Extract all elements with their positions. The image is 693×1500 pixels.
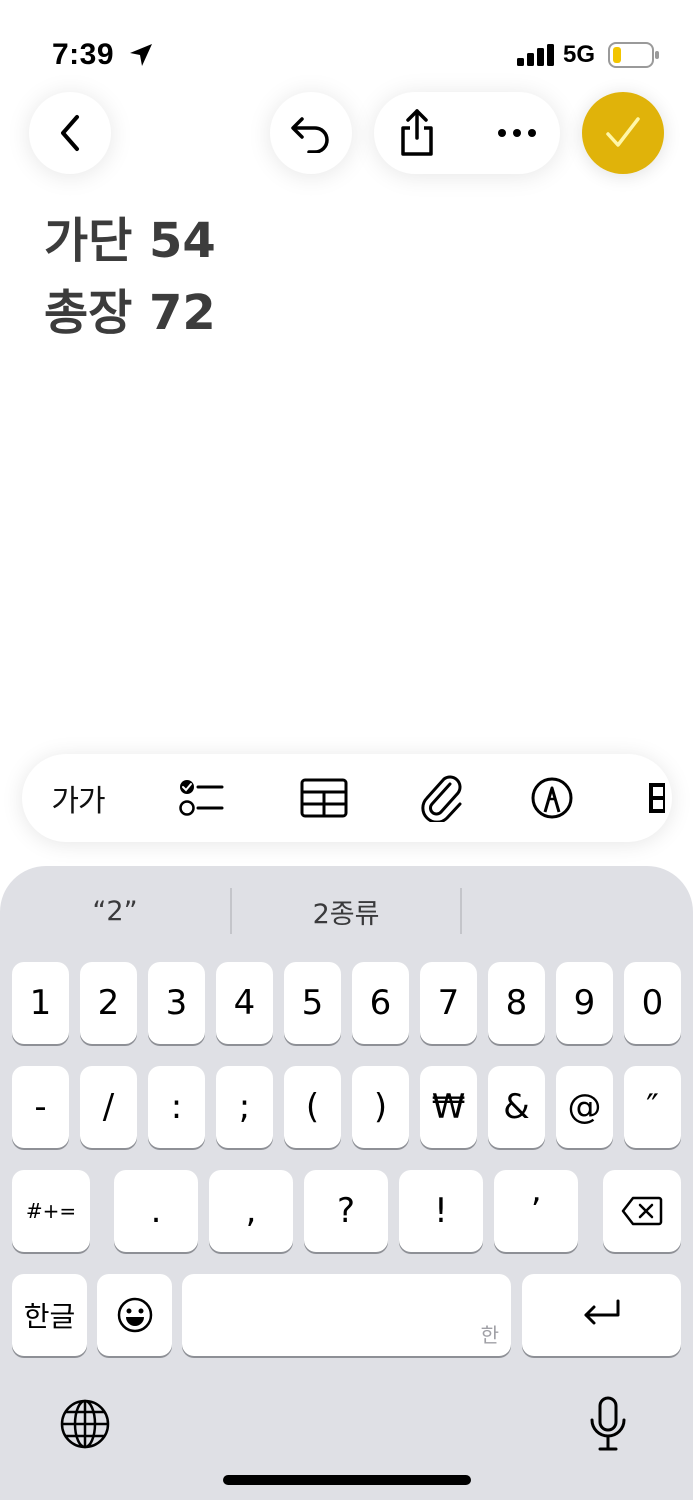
key-9[interactable]: 9 [556, 962, 613, 1044]
table-icon [300, 778, 348, 818]
emoji-icon [117, 1297, 152, 1333]
attachment-button[interactable] [402, 754, 482, 842]
markup-pen-icon [531, 777, 573, 819]
share-more-group [374, 92, 560, 174]
key-open-paren[interactable]: ( [284, 1066, 341, 1148]
delete-key[interactable] [603, 1170, 681, 1252]
checklist-icon [179, 780, 224, 816]
suggestion-item[interactable]: 2종류 [232, 888, 460, 934]
symbols-key[interactable]: #+= [12, 1170, 90, 1252]
location-arrow-icon [130, 44, 152, 66]
suggestion-bar: “2” 2종류 [0, 866, 693, 956]
share-button[interactable] [374, 92, 460, 174]
microphone-icon[interactable] [586, 1396, 630, 1452]
status-time: 7:39 [52, 38, 115, 71]
space-key[interactable]: 한 [182, 1274, 511, 1356]
partial-icon [649, 783, 665, 813]
text-style-button[interactable]: 가가 [36, 754, 120, 842]
key-question[interactable]: ? [304, 1170, 388, 1252]
paperclip-icon [421, 775, 462, 822]
key-5[interactable]: 5 [284, 962, 341, 1044]
key-close-paren[interactable]: ) [352, 1066, 409, 1148]
text-style-label: 가가 [51, 784, 105, 819]
checklist-button[interactable] [162, 754, 242, 842]
key-exclamation[interactable]: ! [399, 1170, 483, 1252]
key-2[interactable]: 2 [80, 962, 137, 1044]
battery-low-icon [608, 42, 659, 68]
format-toolbar: 가가 [22, 754, 672, 842]
checkmark-icon [606, 117, 640, 147]
key-won[interactable]: ₩ [420, 1066, 477, 1148]
share-icon [401, 109, 433, 156]
more-button[interactable] [474, 92, 560, 174]
return-key[interactable] [522, 1274, 681, 1356]
network-type: 5G [563, 41, 596, 68]
key-semicolon[interactable]: ; [216, 1066, 273, 1148]
key-quote[interactable]: ″ [624, 1066, 681, 1148]
back-button[interactable] [29, 92, 111, 174]
key-0[interactable]: 0 [624, 962, 681, 1044]
signal-bars-icon [517, 44, 554, 66]
more-icon [498, 129, 536, 137]
suggestion-item[interactable]: “2” [0, 888, 230, 934]
table-button[interactable] [284, 754, 364, 842]
key-ampersand[interactable]: & [488, 1066, 545, 1148]
key-1[interactable]: 1 [12, 962, 69, 1044]
emoji-key[interactable] [97, 1274, 172, 1356]
key-apostrophe[interactable]: ’ [494, 1170, 578, 1252]
key-6[interactable]: 6 [352, 962, 409, 1044]
globe-icon[interactable] [59, 1398, 111, 1450]
delete-backspace-icon [621, 1196, 663, 1226]
key-at[interactable]: @ [556, 1066, 613, 1148]
status-bar: 7:39 5G [0, 0, 693, 100]
key-period[interactable]: . [114, 1170, 198, 1252]
note-line: 총장 72 [44, 285, 216, 341]
done-button[interactable] [582, 92, 664, 174]
return-icon [584, 1299, 619, 1325]
key-4[interactable]: 4 [216, 962, 273, 1044]
key-slash[interactable]: / [80, 1066, 137, 1148]
note-line: 가단 54 [44, 213, 216, 269]
key-7[interactable]: 7 [420, 962, 477, 1044]
markup-button[interactable] [512, 754, 592, 842]
key-colon[interactable]: : [148, 1066, 205, 1148]
back-icon [61, 115, 79, 151]
suggestion-item[interactable] [462, 888, 693, 934]
key-8[interactable]: 8 [488, 962, 545, 1044]
key-3[interactable]: 3 [148, 962, 205, 1044]
undo-button[interactable] [270, 92, 352, 174]
undo-icon [291, 117, 329, 153]
note-body[interactable]: 가단 54 총장 72 [44, 205, 664, 349]
key-comma[interactable]: , [209, 1170, 293, 1252]
space-key-hint: 한 [480, 1323, 499, 1347]
home-indicator [223, 1475, 471, 1485]
key-hyphen[interactable]: - [12, 1066, 69, 1148]
more-format-button[interactable] [642, 754, 672, 842]
language-key[interactable]: 한글 [12, 1274, 87, 1356]
